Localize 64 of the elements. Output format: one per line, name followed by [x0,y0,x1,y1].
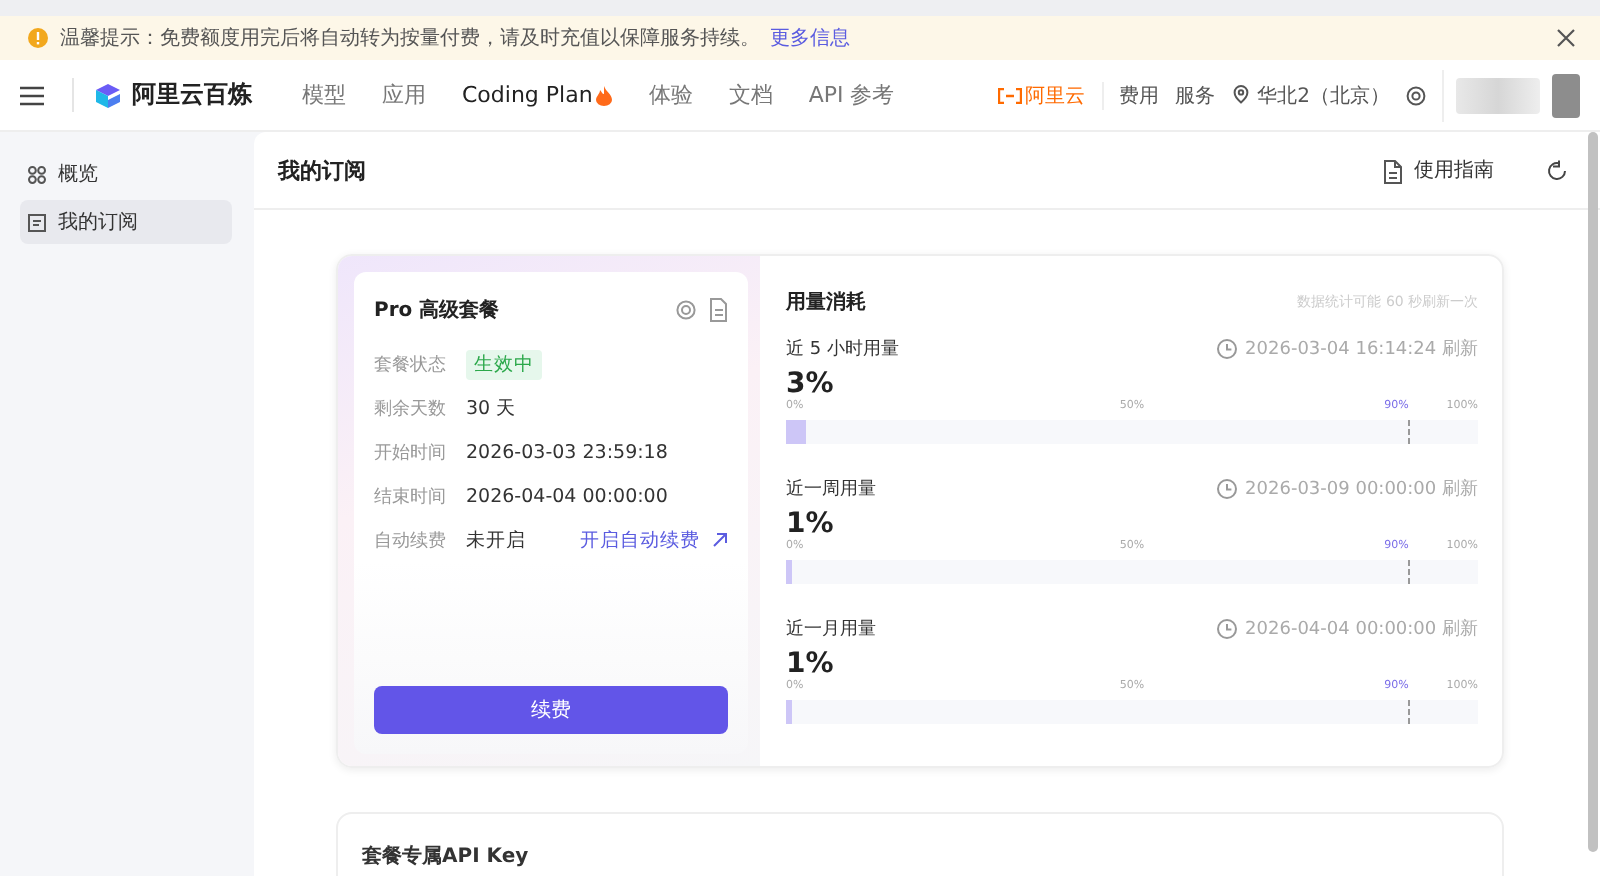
clock-icon [1215,618,1238,640]
arrow-icon [712,532,728,548]
menu-icon[interactable] [20,85,44,105]
nav-tab[interactable]: 体验 [630,80,711,110]
refresh-time: 2026-03-04 16:14:24 刷新 [1245,337,1478,362]
close-icon[interactable] [1556,28,1576,48]
enable-auto-renew-link[interactable]: 开启自动续费 [580,527,728,553]
clock-icon [1215,338,1238,360]
plan-title: Pro 高级套餐 [374,296,502,324]
avatar-placeholder[interactable] [1552,73,1580,117]
section-title: 套餐专属API Key [362,846,529,868]
refresh-time: 2026-03-09 00:00:00 刷新 [1245,477,1478,502]
meter-label: 近一周用量 [786,477,876,502]
refresh-icon[interactable] [1546,159,1568,181]
field-value: 2026-03-03 23:59:18 [466,441,668,463]
refresh-time: 2026-04-04 00:00:00 刷新 [1245,617,1478,642]
grid-icon [28,165,46,183]
sidebar-item[interactable]: 概览 [20,152,232,196]
status-badge: 生效中 [466,349,542,379]
settings-icon[interactable] [1406,85,1426,105]
field-label: 套餐状态 [374,353,448,377]
threshold-line [1408,560,1411,584]
renew-button[interactable]: 续费 [374,686,728,734]
sidebar-item[interactable]: 我的订阅 [20,200,232,244]
brand-bracket-icon [997,87,1022,103]
location-pin-icon [1231,84,1250,106]
nav-tab[interactable]: 应用 [364,80,444,110]
usage-percent: 3% [786,368,834,400]
clock-icon [1215,478,1238,500]
nav-tab[interactable]: 模型 [284,80,364,110]
field-value: 未开启 [466,527,526,553]
usage-percent: 1% [786,508,834,540]
guide-button[interactable]: 使用指南 [1368,154,1506,186]
scrollbar-thumb[interactable] [1588,132,1598,852]
nav-link[interactable]: 费用 [1119,81,1160,109]
threshold-line [1408,420,1411,444]
page-title: 我的订阅 [278,155,366,185]
field-label: 自动续费 [374,529,448,553]
document-icon [1380,157,1402,183]
target-icon[interactable] [676,300,696,320]
meter-label: 近一月用量 [786,617,876,642]
threshold-line [1408,700,1411,724]
nav-tab[interactable]: Coding Plan [444,80,631,110]
logo-text: 阿里云百炼 [132,78,252,112]
account-name-placeholder [1456,77,1540,113]
more-info-link[interactable]: 更多信息 [770,24,850,52]
usage-title: 用量消耗 [786,289,866,316]
nav-tab[interactable]: 文档 [710,80,791,110]
usage-percent: 1% [786,648,834,680]
nav-link[interactable]: 服务 [1175,81,1216,109]
nav-tab[interactable]: API 参考 [790,80,913,110]
document-icon [28,213,46,231]
document-icon[interactable] [708,298,728,322]
warning-icon [28,28,48,48]
field-label: 结束时间 [374,485,448,509]
logo-icon [94,81,122,109]
field-label: 开始时间 [374,441,448,465]
region-selector[interactable]: 华北2（北京） [1257,81,1390,109]
brand-text[interactable]: 阿里云 [1025,81,1086,109]
meter-label: 近 5 小时用量 [786,337,899,362]
notice-text: 温馨提示：免费额度用完后将自动转为按量付费，请及时充值以保障服务持续。 [60,25,760,52]
field-label: 剩余天数 [374,397,448,421]
field-value: 30 天 [466,395,517,421]
field-value: 2026-04-04 00:00:00 [466,485,668,507]
